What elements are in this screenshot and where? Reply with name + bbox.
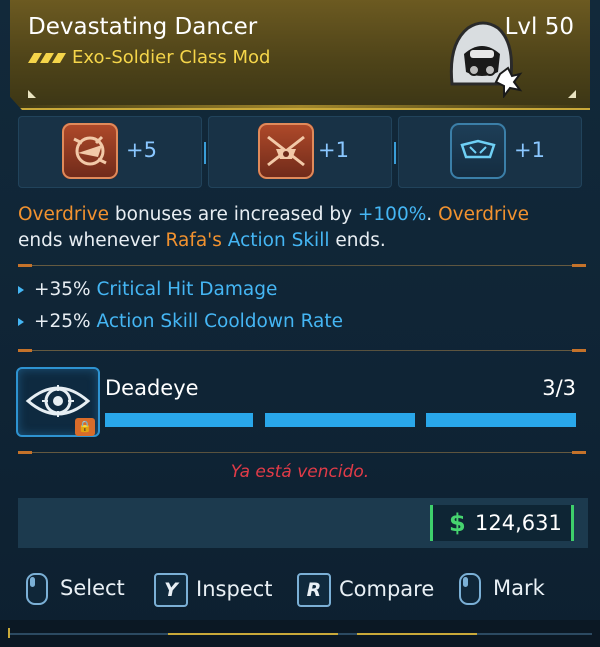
inspect-action[interactable]: Y Inspect bbox=[154, 573, 272, 607]
section-divider bbox=[18, 264, 586, 267]
strip-highlight bbox=[357, 633, 477, 635]
stat-label: Critical Hit Damage bbox=[96, 279, 278, 300]
section-divider bbox=[18, 451, 586, 454]
corner-marker bbox=[28, 90, 36, 98]
skill-bonus-2[interactable]: +1 bbox=[208, 116, 392, 188]
key-r-icon: R bbox=[297, 573, 331, 607]
strip-tick bbox=[8, 628, 10, 638]
skill-shield-icon bbox=[450, 123, 506, 179]
desc-keyword: Overdrive bbox=[438, 204, 530, 225]
compare-action[interactable]: R Compare bbox=[297, 573, 434, 607]
passive-count: 3/3 bbox=[542, 376, 576, 400]
passive-progress-segment bbox=[265, 413, 415, 427]
action-bar: Select Y Inspect R Compare Mark bbox=[0, 565, 600, 611]
passive-progress-segment bbox=[105, 413, 253, 427]
desc-keyword: Overdrive bbox=[18, 204, 109, 225]
item-name: Devastating Dancer bbox=[28, 14, 258, 40]
desc-text: ends whenever bbox=[18, 230, 166, 251]
passive-progress-segment bbox=[426, 413, 576, 427]
skill-bonus-3[interactable]: +1 bbox=[398, 116, 582, 188]
select-action[interactable]: Select bbox=[26, 573, 125, 605]
skill-burst-icon bbox=[62, 123, 118, 179]
desc-keyword: Rafa's bbox=[165, 230, 222, 251]
mark-action[interactable]: Mark bbox=[459, 573, 545, 605]
desc-text: ends. bbox=[329, 230, 386, 251]
rarity-chevron-icon bbox=[28, 53, 66, 63]
stat-line: +25% Action Skill Cooldown Rate bbox=[18, 311, 343, 332]
bullet-icon bbox=[18, 318, 24, 326]
stat-label: Action Skill Cooldown Rate bbox=[96, 311, 344, 332]
skill-bonus-row: +5 +1 +1 bbox=[18, 116, 588, 190]
corner-marker bbox=[568, 90, 576, 98]
exo-soldier-class-icon bbox=[449, 21, 523, 98]
price-box: $ 124,631 bbox=[430, 505, 574, 541]
price-value: 124,631 bbox=[475, 511, 562, 535]
desc-text: bonuses are increased by bbox=[109, 204, 358, 225]
compare-label: Compare bbox=[339, 577, 435, 601]
mouse-left-icon bbox=[26, 573, 48, 605]
strip-highlight bbox=[168, 633, 338, 635]
skill-divider bbox=[394, 142, 396, 164]
desc-text: . bbox=[426, 204, 439, 225]
item-header: Devastating Dancer Lvl 50 Exo-Soldier Cl… bbox=[10, 0, 590, 110]
stat-line: +35% Critical Hit Damage bbox=[18, 279, 277, 300]
item-card: Devastating Dancer Lvl 50 Exo-Soldier Cl… bbox=[0, 0, 600, 647]
bottom-strip bbox=[0, 620, 600, 647]
stat-value: +35% bbox=[34, 279, 91, 300]
skill-bonus-1[interactable]: +5 bbox=[18, 116, 202, 188]
desc-value: +100% bbox=[357, 204, 427, 225]
currency-icon: $ bbox=[449, 509, 466, 537]
item-description: Overdrive bonuses are increased by +100%… bbox=[18, 202, 583, 254]
passive-name: Deadeye bbox=[105, 376, 199, 400]
stat-value: +25% bbox=[34, 311, 91, 332]
bullet-icon bbox=[18, 286, 24, 294]
key-y-icon: Y bbox=[154, 573, 188, 607]
lock-icon: 🔒 bbox=[75, 418, 95, 436]
section-divider bbox=[18, 349, 586, 352]
desc-keyword: Action Skill bbox=[227, 230, 330, 251]
mark-label: Mark bbox=[493, 576, 545, 600]
skill-divider bbox=[204, 142, 206, 164]
skill-drone-icon bbox=[258, 123, 314, 179]
inspect-label: Inspect bbox=[196, 577, 273, 601]
mouse-middle-icon bbox=[459, 573, 481, 605]
item-type: Exo-Soldier Class Mod bbox=[72, 47, 271, 68]
expired-warning: Ya está vencido. bbox=[230, 462, 370, 482]
select-label: Select bbox=[60, 576, 125, 600]
skill-bonus-value: +5 bbox=[126, 138, 157, 162]
skill-bonus-value: +1 bbox=[318, 138, 349, 162]
skill-bonus-value: +1 bbox=[514, 138, 545, 162]
